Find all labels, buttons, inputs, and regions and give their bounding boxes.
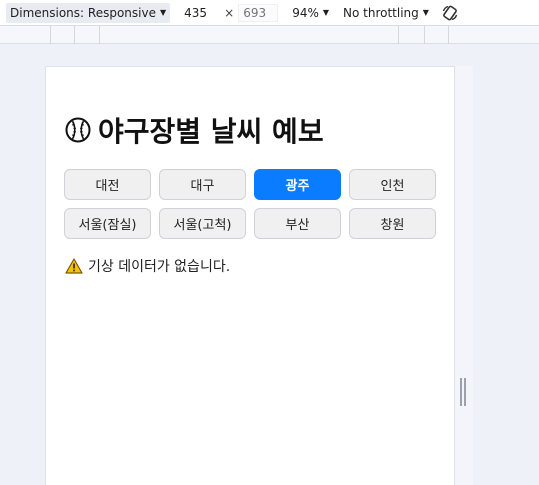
baseball-icon (65, 117, 91, 143)
throttling-dropdown[interactable]: No throttling ▼ (343, 6, 429, 20)
dimensions-dropdown[interactable]: Dimensions: Responsive ▼ (6, 2, 171, 23)
resize-handle[interactable] (460, 378, 466, 406)
page-title: 야구장별 날씨 예보 (64, 110, 324, 150)
width-input[interactable] (180, 3, 221, 22)
warning-icon (65, 258, 83, 274)
notice-text: 기상 데이터가 없습니다. (88, 259, 231, 275)
stadium-button-gwangju[interactable]: 광주 (254, 169, 341, 200)
stadium-button-busan[interactable]: 부산 (254, 208, 341, 239)
stadium-button-daegu[interactable]: 대구 (159, 169, 246, 200)
height-input[interactable] (238, 3, 279, 22)
stadium-button-incheon[interactable]: 인천 (349, 169, 436, 200)
times-sign: × (224, 5, 235, 20)
stadium-button-seoul-jamsil[interactable]: 서울(잠실) (64, 208, 151, 239)
no-data-notice: 기상 데이터가 없습니다. (65, 256, 230, 276)
page-title-text: 야구장별 날씨 예보 (98, 115, 324, 148)
stadium-button-seoul-gocheok[interactable]: 서울(고척) (159, 208, 246, 239)
chevron-down-icon: ▼ (422, 8, 429, 17)
dimensions-label: Dimensions: Responsive (10, 5, 156, 20)
stadium-button-daejeon[interactable]: 대전 (64, 169, 151, 200)
throttling-label: No throttling (343, 5, 419, 20)
zoom-label: 94% (292, 5, 319, 20)
media-query-ruler (0, 26, 539, 44)
chevron-down-icon: ▼ (159, 8, 167, 17)
viewport-scroll-gutter (455, 66, 473, 485)
chevron-down-icon: ▼ (322, 8, 330, 17)
stadium-button-changwon[interactable]: 창원 (349, 208, 436, 239)
rotate-icon[interactable] (441, 4, 459, 22)
device-toolbar: Dimensions: Responsive ▼ × 94% ▼ No thro… (0, 0, 539, 26)
zoom-dropdown[interactable]: 94% ▼ (292, 6, 329, 20)
stadium-button-grid: 대전 대구 광주 인천 서울(잠실) 서울(고척) 부산 창원 (64, 169, 436, 239)
